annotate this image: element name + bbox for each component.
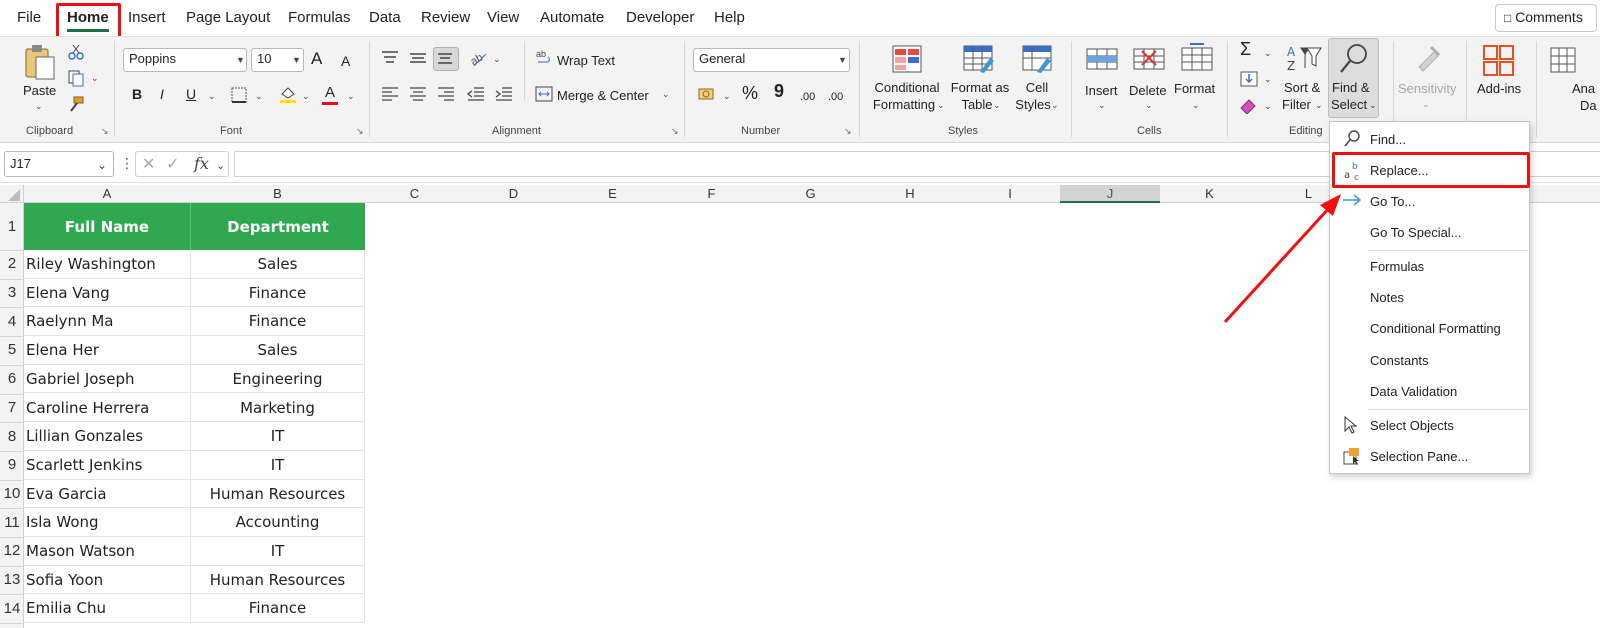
annotation-arrow bbox=[1223, 194, 1341, 324]
excel-window: File Home Insert Page Layout Formulas Da… bbox=[0, 0, 1600, 628]
